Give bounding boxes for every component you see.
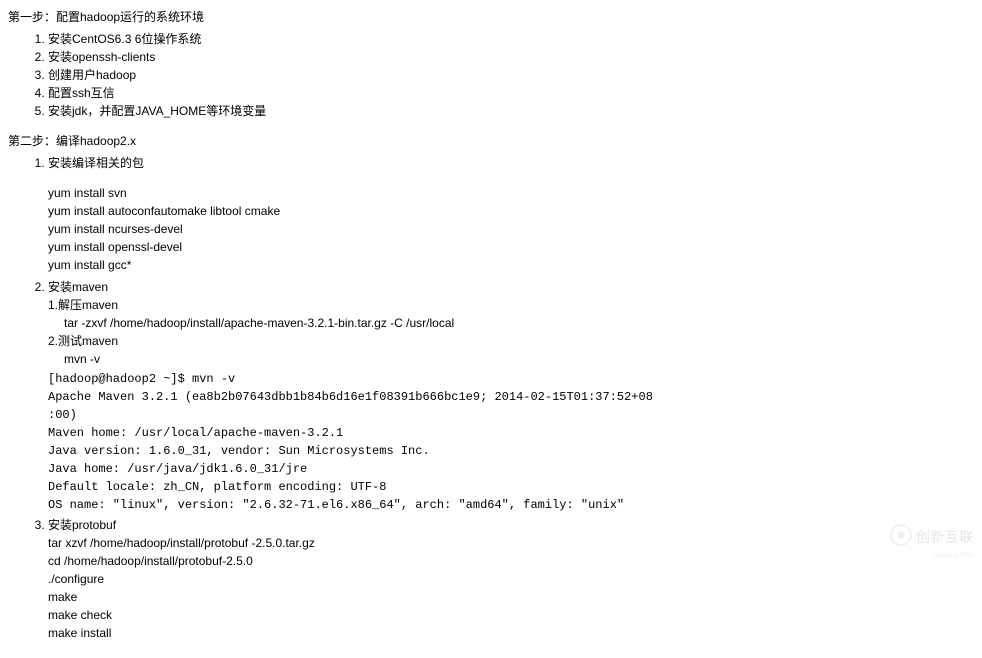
cmd-line: make: [48, 588, 974, 606]
step2-item1-cmds: yum install svn yum install autoconfauto…: [48, 184, 974, 274]
cmd-line: ./configure: [48, 570, 974, 588]
cmd-line: tar xzvf /home/hadoop/install/protobuf -…: [48, 534, 974, 552]
watermark-logo-icon: [889, 523, 913, 553]
step2-item1-label: 安装编译相关的包: [48, 156, 144, 170]
step2-item2-label: 安装maven: [48, 280, 108, 294]
cmd-line: yum install openssl-devel: [48, 238, 974, 256]
step1-item: 安装jdk，并配置JAVA_HOME等环境变量: [48, 102, 974, 120]
watermark-text: 创新互联: [916, 527, 974, 548]
cmd-line: yum install gcc*: [48, 256, 974, 274]
step1-item: 配置ssh互信: [48, 84, 974, 102]
step2-item1: 安装编译相关的包 yum install svn yum install aut…: [48, 154, 974, 274]
cmd-line: cd /home/hadoop/install/protobuf-2.5.0: [48, 552, 974, 570]
cmd-line: make check: [48, 606, 974, 624]
cmd-line: make install: [48, 624, 974, 642]
cmd-line: yum install svn: [48, 184, 974, 202]
sub2-label: 2.测试maven: [48, 332, 974, 350]
cmd-line: yum install autoconfautomake libtool cma…: [48, 202, 974, 220]
watermark: 创新互联 CDCXHL.COM: [889, 523, 974, 562]
step2-item2: 安装maven 1.解压maven tar -zxvf /home/hadoop…: [48, 278, 974, 514]
watermark-subtext: CDCXHL.COM: [889, 552, 974, 561]
step2-item3-cmds: tar xzvf /home/hadoop/install/protobuf -…: [48, 534, 974, 642]
step1-item: 安装CentOS6.3 6位操作系统: [48, 30, 974, 48]
cmd-line: yum install ncurses-devel: [48, 220, 974, 238]
sub1-label: 1.解压maven: [48, 296, 974, 314]
step2-item3: 安装protobuf tar xzvf /home/hadoop/install…: [48, 516, 974, 642]
maven-output: [hadoop@hadoop2 ~]$ mvn -v Apache Maven …: [48, 370, 974, 514]
step2-item2-sub2: 2.测试maven mvn -v [hadoop@hadoop2 ~]$ mvn…: [48, 332, 974, 514]
step2-item2-sub1: 1.解压maven tar -zxvf /home/hadoop/install…: [48, 296, 974, 332]
step1-item: 创建用户hadoop: [48, 66, 974, 84]
step1-list: 安装CentOS6.3 6位操作系统 安装openssh-clients 创建用…: [8, 30, 974, 120]
sub2-cmd: mvn -v: [64, 350, 974, 368]
sub1-cmd: tar -zxvf /home/hadoop/install/apache-ma…: [64, 314, 974, 332]
step1-item: 安装openssh-clients: [48, 48, 974, 66]
step2-title: 第二步：编译hadoop2.x: [8, 132, 974, 150]
step2-item3-label: 安装protobuf: [48, 518, 116, 532]
step1-title: 第一步：配置hadoop运行的系统环境: [8, 8, 974, 26]
